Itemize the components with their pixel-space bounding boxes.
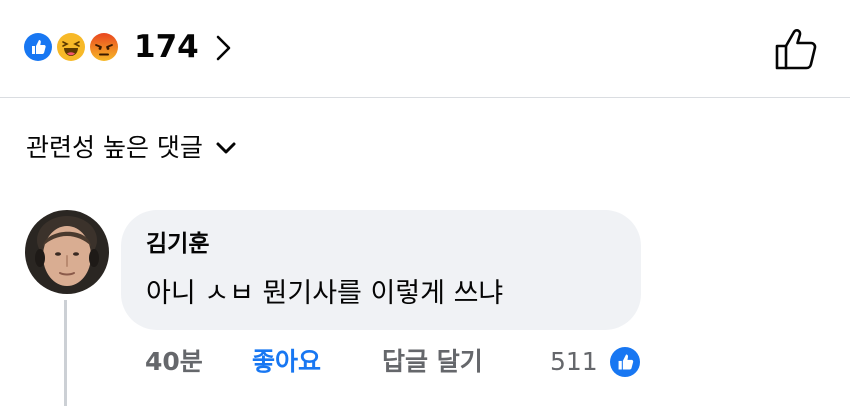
comments-panel: 174 관련성 높은 댓글 김기훈 아니 ㅅㅂ 뭔기사를 이렇게 쓰냐 40분 …: [0, 0, 850, 406]
reaction-summary[interactable]: [22, 31, 126, 63]
comment-bubble[interactable]: 김기훈 아니 ㅅㅂ 뭔기사를 이렇게 쓰냐: [121, 210, 641, 330]
reaction-count[interactable]: 174: [134, 27, 199, 67]
comment-author[interactable]: 김기훈: [146, 226, 209, 262]
thumbs-up-icon[interactable]: [772, 26, 820, 72]
comment-like-button[interactable]: 좋아요: [252, 342, 321, 382]
avatar[interactable]: [25, 210, 109, 294]
comment-like-count[interactable]: 511: [550, 342, 598, 382]
comment-reply-button[interactable]: 답글 달기: [382, 342, 483, 382]
comment-text: 아니 ㅅㅂ 뭔기사를 이렇게 쓰냐: [146, 278, 504, 309]
comment-sort-selector[interactable]: 관련성 높은 댓글: [26, 128, 237, 168]
chevron-right-icon[interactable]: [212, 33, 236, 63]
haha-reaction-icon: [55, 31, 87, 63]
comment-actions: 40분 좋아요 답글 달기 511: [0, 342, 850, 382]
chevron-down-icon: [216, 142, 236, 154]
like-reaction-icon[interactable]: [610, 347, 640, 377]
reactions-bar: 174: [0, 0, 850, 98]
like-reaction-icon: [22, 31, 54, 63]
angry-reaction-icon: [88, 31, 120, 63]
sort-label: 관련성 높은 댓글: [26, 133, 203, 162]
comment-timestamp[interactable]: 40분: [145, 342, 203, 382]
